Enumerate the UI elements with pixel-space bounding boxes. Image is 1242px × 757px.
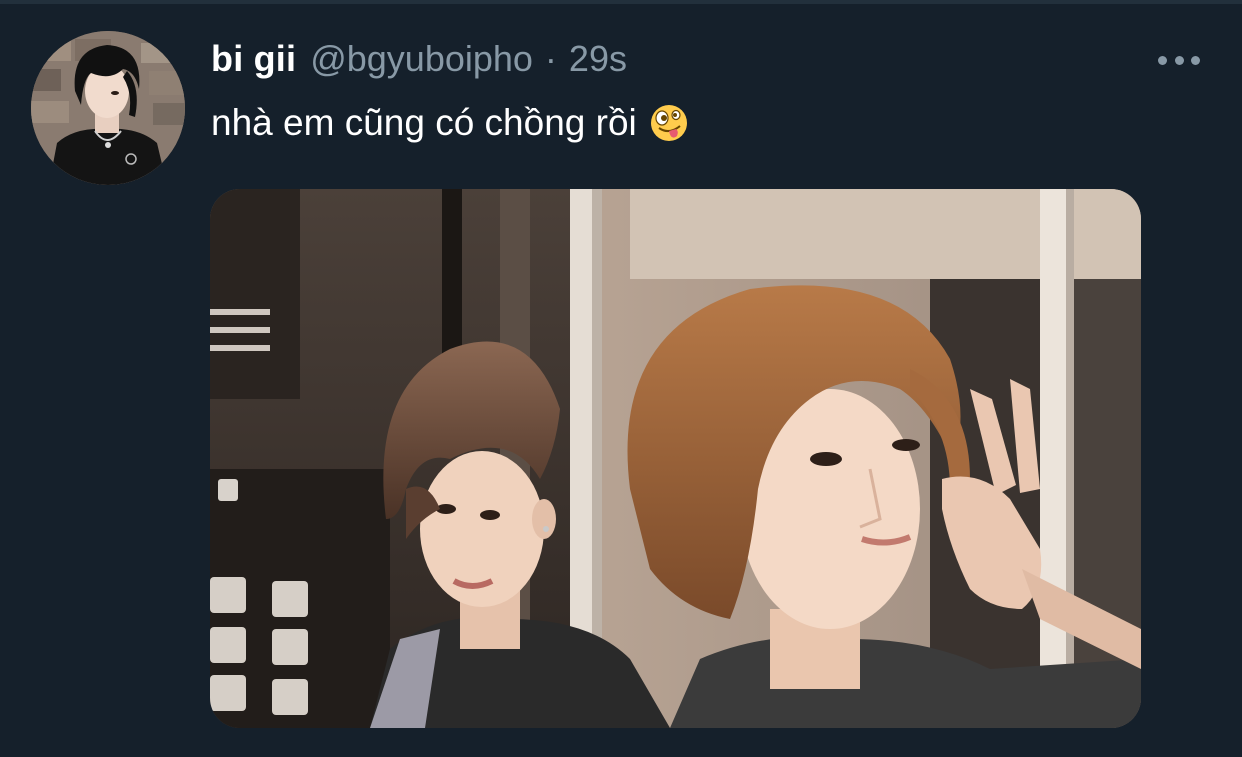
tweet-text-row: nhà em cũng có chồng rồi xyxy=(211,102,689,144)
zany-face-emoji xyxy=(649,103,689,143)
separator-dot: · xyxy=(544,38,557,79)
tweet[interactable]: bi gii @bgyuboipho · 29s nhà em cũng có … xyxy=(0,4,1242,757)
display-name[interactable]: bi gii xyxy=(211,38,296,80)
timestamp[interactable]: 29s xyxy=(569,38,627,80)
tweet-header: bi gii @bgyuboipho · 29s xyxy=(211,38,627,82)
more-horizontal-icon[interactable] xyxy=(1158,50,1200,70)
tweet-text: nhà em cũng có chồng rồi xyxy=(211,102,637,143)
attached-photo[interactable] xyxy=(210,189,1141,728)
avatar[interactable] xyxy=(31,31,185,185)
user-handle[interactable]: @bgyuboipho xyxy=(310,38,533,80)
